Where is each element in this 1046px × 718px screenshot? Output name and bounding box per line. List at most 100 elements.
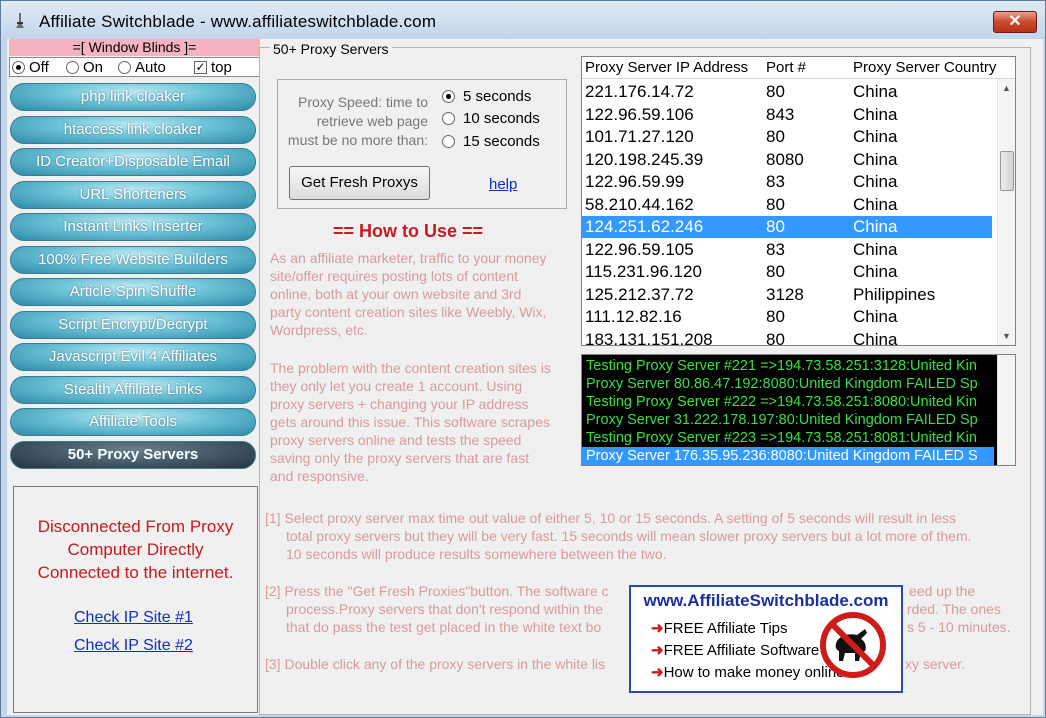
column-header-ip[interactable]: Proxy Server IP Address xyxy=(585,59,748,76)
check-ip-site-2-link[interactable]: Check IP Site #2 xyxy=(74,637,193,655)
log-scrollbar[interactable] xyxy=(997,355,1015,465)
proxy-row[interactable]: 183.131.151.208 80 China xyxy=(582,329,992,346)
nav-id-creator[interactable]: ID Creator+Disposable Email xyxy=(10,148,256,176)
speed-15-seconds-option[interactable]: 15 seconds xyxy=(442,133,540,150)
proxy-country-cell: China xyxy=(853,217,898,236)
proxy-row[interactable]: 122.96.59.106 843 China xyxy=(582,104,992,126)
text-line: [2] Press the "Get Fresh Proxies"button.… xyxy=(265,583,609,599)
nav-instant-links-inserter[interactable]: Instant Links Inserter xyxy=(10,213,256,241)
text-line: 10 seconds will produce results somewher… xyxy=(286,546,667,562)
promo-banner[interactable]: www.AffiliateSwitchblade.com ➜FREE Affil… xyxy=(629,585,903,693)
client-area: =[ Window Blinds ]= Off On Auto ✓ top ph… xyxy=(7,39,1043,715)
column-header-country[interactable]: Proxy Server Country xyxy=(853,59,996,76)
text-line: gets around this issue. This software sc… xyxy=(270,414,550,430)
proxy-ip-cell: 221.176.14.72 xyxy=(585,82,694,101)
text-line: xy server. xyxy=(905,656,965,672)
blinds-option-label: Auto xyxy=(135,59,166,76)
proxy-list-scrollbar[interactable]: ▲ ▼ xyxy=(997,79,1015,345)
window-blinds-options: Off On Auto ✓ top xyxy=(9,57,260,77)
log-line: Proxy Server 31.222.178.197:80:United Ki… xyxy=(586,412,978,428)
promo-item-text: FREE Affiliate Software xyxy=(663,642,820,659)
text-line: The problem with the content creation si… xyxy=(270,360,551,376)
nav-url-shorteners[interactable]: URL Shorteners xyxy=(10,181,256,209)
text-line: eed up the xyxy=(909,583,976,599)
radio-button[interactable] xyxy=(118,61,131,74)
scroll-down-icon[interactable]: ▼ xyxy=(1002,331,1011,341)
nav-script-encrypt-decrypt[interactable]: Script Encrypt/Decrypt xyxy=(10,311,256,339)
proxy-row[interactable]: 111.12.82.16 80 China xyxy=(582,306,992,328)
radio-button[interactable] xyxy=(12,61,25,74)
top-checkbox-option[interactable]: ✓ top xyxy=(194,59,232,76)
proxy-row[interactable]: 221.176.14.72 80 China xyxy=(582,81,992,103)
proxy-country-cell: China xyxy=(853,82,898,101)
top-label: top xyxy=(211,59,232,76)
proxy-ip-cell: 122.96.59.106 xyxy=(585,104,694,124)
nav-article-spin-shuffle[interactable]: Article Spin Shuffle xyxy=(10,278,256,306)
nav-affiliate-tools[interactable]: Affiliate Tools xyxy=(10,408,256,436)
close-button[interactable]: ✕ xyxy=(993,11,1037,33)
radio-button[interactable] xyxy=(442,90,455,103)
blinds-off-option[interactable]: Off xyxy=(12,59,49,76)
connection-status-message: Disconnected From Proxy Computer Directl… xyxy=(14,515,257,584)
proxy-ip-cell: 122.96.59.105 xyxy=(585,239,694,259)
speed-label-line: Proxy Speed: time to xyxy=(298,94,428,110)
proxy-server-list[interactable]: Proxy Server IP Address Port # Proxy Ser… xyxy=(581,56,1016,346)
top-checkbox[interactable]: ✓ xyxy=(194,61,207,74)
help-link[interactable]: help xyxy=(489,176,517,193)
window-title: Affiliate Switchblade - www.affiliateswi… xyxy=(39,12,437,31)
nav-htaccess-link-cloaker[interactable]: htaccess link cloaker xyxy=(10,116,256,144)
proxy-country-cell: China xyxy=(853,307,898,326)
scrollbar-thumb[interactable] xyxy=(1000,151,1014,191)
nav-php-link-cloaker[interactable]: php link cloaker xyxy=(10,83,256,111)
connection-status-panel: Disconnected From Proxy Computer Directl… xyxy=(13,486,258,713)
status-line: Computer Directly xyxy=(67,540,204,559)
proxy-country-cell: China xyxy=(853,262,898,281)
intro-paragraph: As an affiliate marketer, traffic to you… xyxy=(270,249,580,339)
scroll-up-icon[interactable]: ▲ xyxy=(1002,83,1011,93)
proxy-row[interactable]: 122.96.59.105 83 China xyxy=(582,239,992,261)
check-ip-site-1-link[interactable]: Check IP Site #1 xyxy=(74,609,193,627)
promo-item: ➜FREE Affiliate Software xyxy=(651,641,819,659)
proxy-port-cell: 80 xyxy=(766,82,785,101)
nav-javascript-evil[interactable]: Javascript Evil 4 Affiliates xyxy=(10,343,256,371)
promo-item: ➜FREE Affiliate Tips xyxy=(651,619,788,637)
proxy-row[interactable]: 124.251.62.246 80 China xyxy=(582,216,992,238)
log-line-selected: Proxy Server 176.35.95.236:8080:United K… xyxy=(582,447,994,465)
radio-button[interactable] xyxy=(442,135,455,148)
text-line: online, both at your own website and 3rd xyxy=(270,286,522,302)
proxy-speed-panel: Proxy Speed: time to retrieve web page m… xyxy=(277,79,567,209)
proxy-test-log[interactable]: Testing Proxy Server #221 =>194.73.58.25… xyxy=(581,354,1016,466)
get-fresh-proxys-button[interactable]: Get Fresh Proxys xyxy=(289,166,430,200)
title-bar[interactable]: Affiliate Switchblade - www.affiliateswi… xyxy=(1,1,1045,39)
log-line: Testing Proxy Server #223 =>194.73.58.25… xyxy=(586,430,977,446)
proxy-port-cell: 80 xyxy=(766,262,785,281)
text-line: As an affiliate marketer, traffic to you… xyxy=(270,250,547,266)
nav-free-website-builders[interactable]: 100% Free Website Builders xyxy=(10,246,256,274)
radio-button[interactable] xyxy=(442,112,455,125)
proxy-row[interactable]: 125.212.37.72 3128 Philippines xyxy=(582,284,992,306)
proxy-port-cell: 843 xyxy=(766,104,795,124)
speed-5-seconds-option[interactable]: 5 seconds xyxy=(442,88,531,105)
proxy-row[interactable]: 122.96.59.99 83 China xyxy=(582,171,992,193)
proxy-country-cell: China xyxy=(853,194,898,214)
app-window: Affiliate Switchblade - www.affiliateswi… xyxy=(0,0,1046,718)
proxy-ip-cell: 125.212.37.72 xyxy=(585,284,694,304)
proxy-row[interactable]: 115.231.96.120 80 China xyxy=(582,261,992,283)
proxy-ip-cell: 124.251.62.246 xyxy=(585,217,704,236)
window-blinds-title: =[ Window Blinds ]= xyxy=(9,39,260,56)
speed-10-seconds-option[interactable]: 10 seconds xyxy=(442,110,540,127)
column-header-port[interactable]: Port # xyxy=(766,59,806,76)
blinds-on-option[interactable]: On xyxy=(66,59,103,76)
nav-proxy-servers[interactable]: 50+ Proxy Servers xyxy=(10,441,256,469)
proxy-country-cell: China xyxy=(853,149,898,169)
radio-button[interactable] xyxy=(66,61,79,74)
proxy-row[interactable]: 58.210.44.162 80 China xyxy=(582,194,992,216)
nav-stealth-affiliate-links[interactable]: Stealth Affiliate Links xyxy=(10,376,256,404)
proxy-row[interactable]: 120.198.245.39 8080 China xyxy=(582,149,992,171)
proxy-ip-cell: 183.131.151.208 xyxy=(585,329,713,346)
problem-paragraph: The problem with the content creation si… xyxy=(270,359,580,485)
proxy-row[interactable]: 101.71.27.120 80 China xyxy=(582,126,992,148)
blinds-auto-option[interactable]: Auto xyxy=(118,59,166,76)
speed-option-label: 5 seconds xyxy=(463,88,532,105)
arrow-icon: ➜ xyxy=(651,620,664,637)
